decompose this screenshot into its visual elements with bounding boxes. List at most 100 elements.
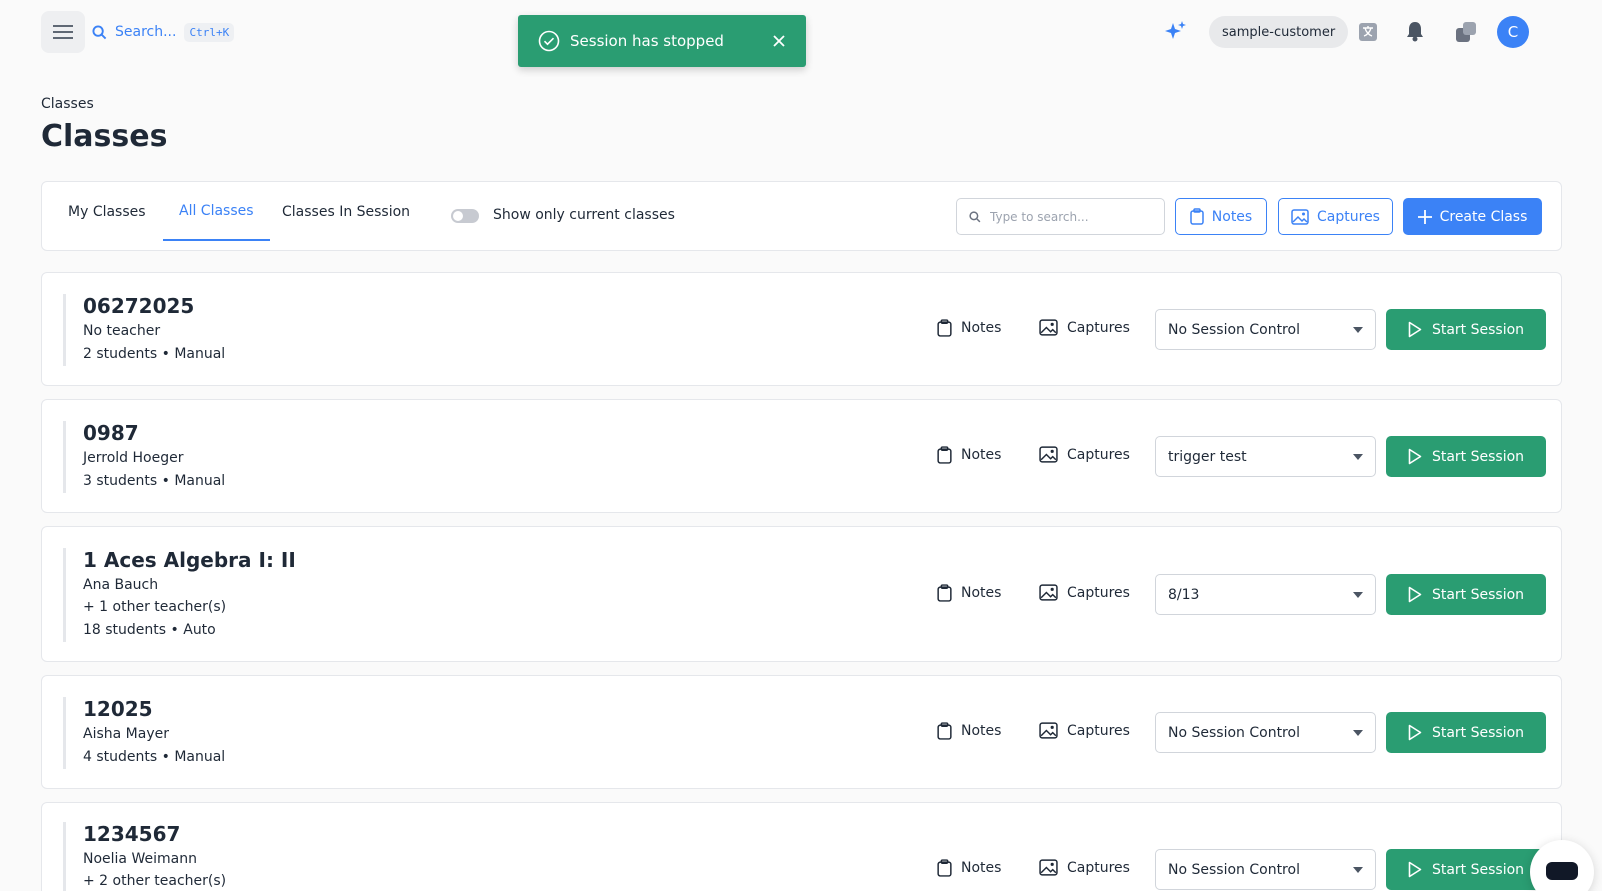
- translate-icon[interactable]: [1358, 22, 1378, 42]
- card-notes-button[interactable]: Notes: [937, 859, 1001, 877]
- card-accent-bar: [63, 697, 66, 769]
- image-icon: [1039, 859, 1058, 876]
- session-control-value: No Session Control: [1168, 861, 1300, 878]
- card-notes-button[interactable]: Notes: [937, 446, 1001, 464]
- image-icon: [1039, 722, 1058, 739]
- card-notes-button[interactable]: Notes: [937, 584, 1001, 602]
- menu-button[interactable]: [41, 11, 85, 53]
- session-control-value: 8/13: [1168, 586, 1200, 603]
- captures-button[interactable]: Captures: [1278, 198, 1393, 235]
- search-shortcut-badge: Ctrl+K: [184, 22, 235, 42]
- toggle-label: Show only current classes: [493, 207, 675, 223]
- search-icon: [92, 24, 107, 39]
- session-control-select[interactable]: No Session Control: [1155, 309, 1376, 350]
- menu-icon: [53, 25, 73, 39]
- start-session-label: Start Session: [1431, 448, 1525, 465]
- current-classes-toggle[interactable]: [451, 209, 479, 223]
- caret-down-icon: [1353, 866, 1363, 873]
- card-notes-label: Notes: [961, 860, 1002, 876]
- class-other-teachers: + 1 other teacher(s): [83, 599, 227, 615]
- toast-close-button[interactable]: [772, 34, 786, 48]
- image-icon: [1039, 446, 1058, 463]
- breadcrumb[interactable]: Classes: [41, 96, 94, 112]
- class-students: 18 students • Auto: [83, 622, 216, 638]
- start-session-label: Start Session: [1431, 724, 1525, 741]
- start-session-button[interactable]: Start Session: [1386, 849, 1546, 890]
- card-captures-button[interactable]: Captures: [1039, 319, 1130, 336]
- card-captures-label: Captures: [1067, 722, 1130, 739]
- card-accent-bar: [63, 294, 66, 366]
- class-name[interactable]: 0987: [83, 421, 139, 445]
- session-control-select[interactable]: 8/13: [1155, 574, 1376, 615]
- play-icon: [1408, 724, 1422, 741]
- class-card[interactable]: 0987 Jerrold Hoeger 3 students • Manual …: [41, 399, 1562, 513]
- clipboard-icon: [937, 584, 952, 602]
- class-teacher: No teacher: [83, 323, 161, 339]
- card-captures-button[interactable]: Captures: [1039, 859, 1130, 876]
- caret-down-icon: [1353, 326, 1363, 333]
- start-session-button[interactable]: Start Session: [1386, 574, 1546, 615]
- class-name[interactable]: 06272025: [83, 294, 194, 318]
- start-session-label: Start Session: [1431, 861, 1525, 878]
- image-icon: [1039, 319, 1058, 336]
- card-notes-button[interactable]: Notes: [937, 319, 1001, 337]
- notes-button[interactable]: Notes: [1175, 198, 1267, 235]
- class-students: 4 students • Manual: [83, 749, 226, 765]
- class-search-field[interactable]: [956, 198, 1165, 235]
- class-card[interactable]: 1234567 Noelia Weimann + 2 other teacher…: [41, 802, 1562, 891]
- session-control-select[interactable]: No Session Control: [1155, 849, 1376, 890]
- chat-launcher-button[interactable]: [1530, 840, 1594, 891]
- card-captures-label: Captures: [1067, 446, 1130, 463]
- class-name[interactable]: 1 Aces Algebra I: II: [83, 548, 296, 572]
- clipboard-icon: [937, 446, 952, 464]
- chat-icon: [1546, 862, 1578, 880]
- card-captures-button[interactable]: Captures: [1039, 584, 1130, 601]
- page-title: Classes: [41, 119, 168, 154]
- class-name[interactable]: 12025: [83, 697, 153, 721]
- card-notes-button[interactable]: Notes: [937, 722, 1001, 740]
- class-card[interactable]: 12025 Aisha Mayer 4 students • Manual No…: [41, 675, 1562, 789]
- caret-down-icon: [1353, 591, 1363, 598]
- class-card[interactable]: 06272025 No teacher 2 students • Manual …: [41, 272, 1562, 386]
- start-session-label: Start Session: [1431, 586, 1525, 603]
- card-captures-button[interactable]: Captures: [1039, 446, 1130, 463]
- session-control-value: No Session Control: [1168, 724, 1300, 741]
- play-icon: [1408, 861, 1422, 878]
- image-icon: [1291, 208, 1309, 225]
- start-session-button[interactable]: Start Session: [1386, 712, 1546, 753]
- class-teacher: Jerrold Hoeger: [83, 450, 184, 466]
- class-teacher: Ana Bauch: [83, 577, 159, 593]
- bell-icon[interactable]: [1405, 20, 1425, 42]
- tab-my-classes[interactable]: My Classes: [52, 182, 162, 241]
- sparkle-icon[interactable]: [1163, 20, 1187, 44]
- class-card[interactable]: 1 Aces Algebra I: II Ana Bauch + 1 other…: [41, 526, 1562, 662]
- session-control-select[interactable]: trigger test: [1155, 436, 1376, 477]
- start-session-label: Start Session: [1431, 321, 1525, 338]
- tab-all-classes[interactable]: All Classes: [163, 182, 270, 241]
- class-name[interactable]: 1234567: [83, 822, 180, 846]
- search-icon: [969, 210, 981, 222]
- class-students: 2 students • Manual: [83, 346, 226, 362]
- card-notes-label: Notes: [961, 723, 1002, 739]
- card-captures-button[interactable]: Captures: [1039, 722, 1130, 739]
- classes-toolbar: My Classes All Classes Classes In Sessio…: [41, 181, 1562, 251]
- class-search-input[interactable]: [990, 209, 1150, 224]
- toggle-knob: [453, 211, 463, 221]
- card-accent-bar: [63, 548, 66, 642]
- class-other-teachers: + 2 other teacher(s): [83, 873, 227, 889]
- play-icon: [1408, 321, 1422, 338]
- card-accent-bar: [63, 421, 66, 493]
- caret-down-icon: [1353, 729, 1363, 736]
- captures-button-label: Captures: [1317, 208, 1380, 225]
- start-session-button[interactable]: Start Session: [1386, 309, 1546, 350]
- session-control-select[interactable]: No Session Control: [1155, 712, 1376, 753]
- tab-classes-in-session[interactable]: Classes In Session: [266, 182, 426, 241]
- card-notes-label: Notes: [961, 320, 1002, 336]
- create-class-button[interactable]: Create Class: [1403, 198, 1542, 235]
- global-search-button[interactable]: Search... Ctrl+K: [92, 20, 235, 44]
- start-session-button[interactable]: Start Session: [1386, 436, 1546, 477]
- global-search-label: Search...: [115, 24, 177, 40]
- switch-app-icon[interactable]: [1455, 21, 1477, 43]
- customer-badge[interactable]: sample-customer: [1209, 16, 1349, 48]
- avatar[interactable]: C: [1497, 16, 1529, 48]
